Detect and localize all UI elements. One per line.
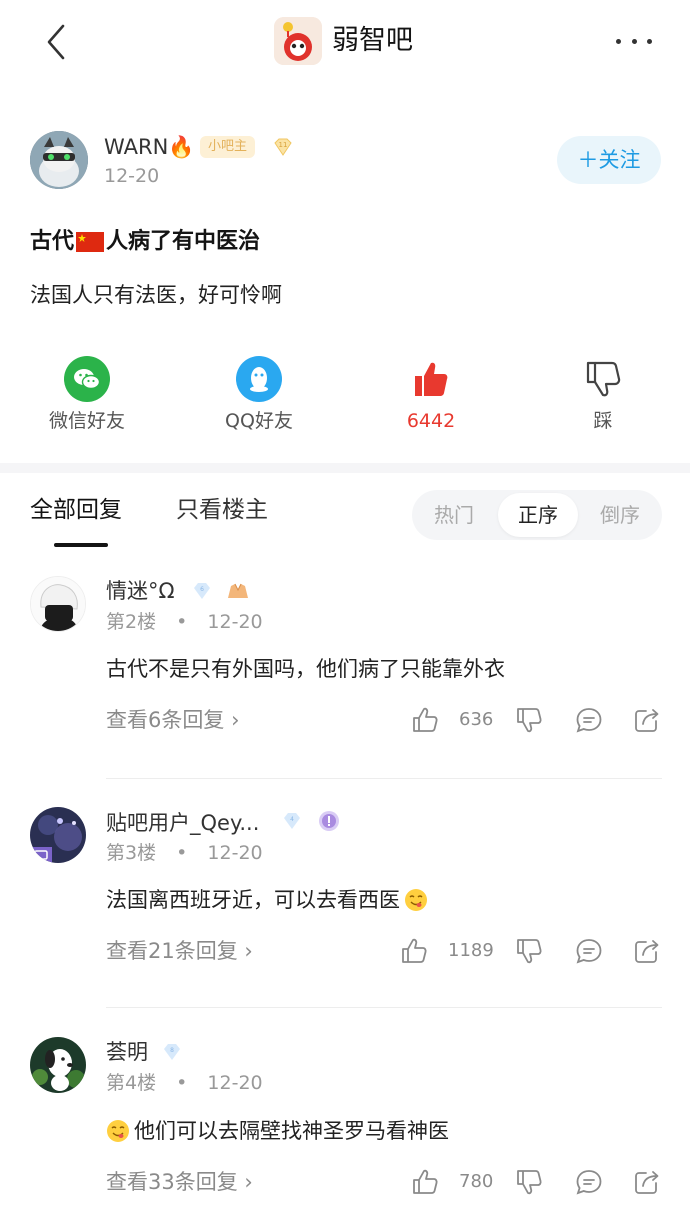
yum-emoji-icon <box>405 889 427 911</box>
like-button[interactable]: 6442 <box>371 356 491 436</box>
svg-text:6: 6 <box>200 586 204 593</box>
view-replies-link[interactable]: 查看6条回复 › <box>106 705 239 735</box>
dot <box>631 38 637 44</box>
like-count: 636 <box>459 709 494 730</box>
post-title-start: 古代 <box>30 229 75 254</box>
thumbs-down-icon[interactable] <box>515 937 543 965</box>
section-divider <box>0 463 690 473</box>
comment-meta: 第2楼 • 12-20 <box>106 611 263 633</box>
level-badge-icon: 11 <box>272 136 294 158</box>
sort-ascending[interactable]: 正序 <box>498 493 578 537</box>
wechat-icon <box>64 356 110 402</box>
thumbs-up-icon[interactable] <box>411 706 439 734</box>
dot <box>647 38 652 44</box>
floor-number: 第2楼 <box>106 611 157 633</box>
wechat-label: 微信好友 <box>48 410 125 432</box>
view-replies-label: 查看6条回复 <box>106 708 225 732</box>
level-diamond-icon: 6 <box>192 581 212 601</box>
tab-active-indicator <box>54 543 108 547</box>
comment-date: 12-20 <box>207 611 263 633</box>
share-wechat-button[interactable]: 微信好友 <box>27 356 147 436</box>
tab-op-only[interactable]: 只看楼主 <box>176 493 268 527</box>
post-title-end: 人病了有中医治 <box>106 229 261 254</box>
view-replies-label: 查看33条回复 <box>106 1170 238 1194</box>
level-diamond-icon: 4 <box>282 811 302 831</box>
floor-number: 第3楼 <box>106 842 157 864</box>
qq-icon <box>236 356 282 402</box>
comment-bubble-icon[interactable] <box>575 706 603 734</box>
comment-separator <box>106 778 662 779</box>
comment-bubble-icon[interactable] <box>575 937 603 965</box>
author-avatar[interactable] <box>30 131 88 189</box>
commenter-name[interactable]: 贴吧用户_Qey... <box>106 808 259 838</box>
comment-date: 12-20 <box>207 1072 263 1094</box>
chevron-left-icon <box>47 24 65 60</box>
comment-date: 12-20 <box>207 842 263 864</box>
comment-text-row: 法国离西班牙近，可以去看西医 <box>106 884 428 916</box>
author-name[interactable]: WARN🔥 <box>104 132 194 162</box>
share-icon[interactable] <box>633 1168 661 1196</box>
post-body: 法国人只有法医，好可怜啊 <box>30 283 282 307</box>
forum-title[interactable]: 弱智吧 <box>332 22 413 60</box>
comment-text-row: 他们可以去隔壁找神圣罗马看神医 <box>106 1115 449 1147</box>
like-count: 6442 <box>406 410 456 432</box>
dot <box>616 38 621 44</box>
sort-switch: 热门 正序 倒序 <box>412 490 662 540</box>
thumbs-down-icon[interactable] <box>515 706 543 734</box>
comment-text: 古代不是只有外国吗，他们病了只能靠外衣 <box>106 657 505 681</box>
comment-meta: 第4楼 • 12-20 <box>106 1072 263 1094</box>
svg-text:8: 8 <box>170 1047 174 1054</box>
like-count: 780 <box>459 1171 494 1192</box>
comment-meta: 第3楼 • 12-20 <box>106 842 263 864</box>
comment-separator <box>106 1007 662 1008</box>
back-button[interactable] <box>36 20 76 64</box>
like-count: 1189 <box>448 940 494 961</box>
comment-text: 他们可以去隔壁找神圣罗马看神医 <box>134 1119 449 1143</box>
share-icon[interactable] <box>633 706 661 734</box>
commenter-avatar[interactable] <box>30 807 86 863</box>
commenter-name[interactable]: 情迷°Ω <box>106 576 175 606</box>
more-options-button[interactable] <box>612 28 656 54</box>
yum-emoji-icon <box>107 1120 129 1142</box>
sort-hot[interactable]: 热门 <box>414 490 494 540</box>
share-qq-button[interactable]: QQ好友 <box>199 356 319 436</box>
follow-button[interactable]: ＋关注 <box>557 136 661 184</box>
view-replies-label: 查看21条回复 <box>106 939 238 963</box>
chevron-right-icon: › <box>244 1170 253 1194</box>
svg-text:11: 11 <box>279 141 288 149</box>
commenter-avatar[interactable] <box>30 1037 86 1093</box>
share-icon[interactable] <box>633 937 661 965</box>
dislike-button[interactable]: 踩 <box>543 356 663 436</box>
view-replies-link[interactable]: 查看21条回复 › <box>106 936 253 966</box>
chevron-right-icon: › <box>231 708 240 732</box>
thumbs-up-icon[interactable] <box>400 937 428 965</box>
qq-label: QQ好友 <box>225 410 293 432</box>
moderator-badge: 小吧主 <box>200 136 256 158</box>
comment-text: 法国离西班牙近，可以去看西医 <box>106 888 400 912</box>
forum-icon[interactable] <box>274 17 322 65</box>
thumbs-down-icon <box>580 356 626 402</box>
sort-descending[interactable]: 倒序 <box>580 490 660 540</box>
commenter-avatar[interactable] <box>30 576 86 632</box>
china-flag-icon <box>76 232 105 252</box>
comment-bubble-icon[interactable] <box>575 1168 603 1196</box>
thumbs-down-icon[interactable] <box>515 1168 543 1196</box>
member-badge-icon <box>317 809 341 833</box>
tab-all-replies[interactable]: 全部回复 <box>30 493 122 527</box>
thumbs-up-filled-icon <box>408 356 454 402</box>
chevron-right-icon: › <box>244 939 253 963</box>
post-title: 古代 人病了有中医治 <box>30 226 260 258</box>
thumbs-up-icon[interactable] <box>411 1168 439 1196</box>
dislike-label: 踩 <box>593 410 613 432</box>
level-diamond-icon: 8 <box>162 1042 182 1062</box>
hands-emoji-icon <box>225 578 251 602</box>
floor-number: 第4楼 <box>106 1072 157 1094</box>
post-date: 12-20 <box>104 165 160 187</box>
commenter-name[interactable]: 荟明 <box>106 1037 148 1067</box>
view-replies-link[interactable]: 查看33条回复 › <box>106 1167 253 1197</box>
svg-text:4: 4 <box>290 816 294 823</box>
